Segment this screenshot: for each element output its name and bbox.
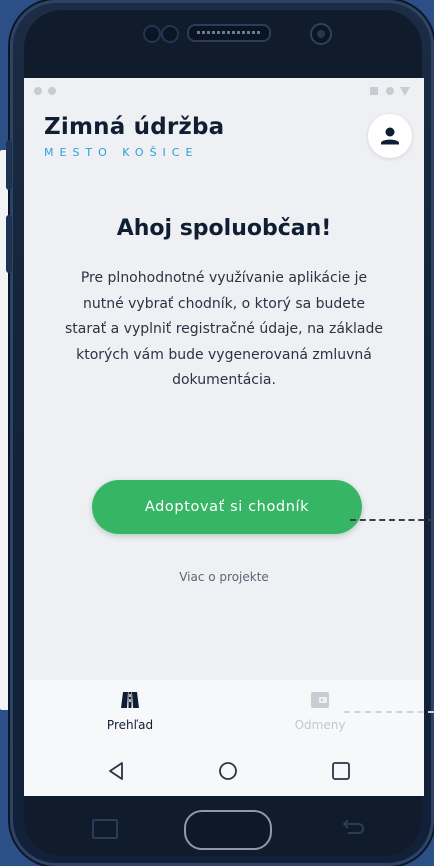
tab-overview[interactable]: Prehľad — [70, 690, 190, 732]
intro-text: Pre plnohodnotné využívanie aplikácie je… — [65, 270, 383, 388]
hardware-home-button[interactable] — [184, 810, 272, 850]
status-bar — [24, 78, 424, 104]
app-screen: Zimná údržba MESTO KOŠICE Ahoj spoluobča… — [24, 78, 424, 796]
wallet-icon — [311, 692, 329, 708]
tab-rewards-label: Odmeny — [294, 718, 346, 732]
battery-icon — [370, 87, 378, 95]
bottom-navigation: Prehľad Odmeny — [24, 680, 424, 748]
volume-down-button — [6, 215, 12, 273]
wifi-icon — [386, 87, 394, 95]
volume-up-button — [6, 140, 12, 190]
light-sensor — [161, 25, 179, 43]
status-dot-icon — [48, 87, 56, 95]
back-icon[interactable] — [106, 760, 126, 786]
greeting-heading: Ahoj spoluobčan! — [116, 216, 332, 241]
system-navigation-bar — [24, 748, 424, 796]
app-subtitle: MESTO KOŠICE — [44, 146, 199, 159]
hardware-recent-icon — [92, 819, 118, 839]
earpiece-speaker — [187, 24, 271, 42]
tab-overview-label: Prehľad — [106, 718, 154, 732]
connector-line — [350, 519, 434, 521]
status-dot-icon — [34, 87, 42, 95]
front-camera — [310, 23, 332, 45]
hardware-back-icon — [340, 818, 366, 840]
signal-icon — [400, 87, 410, 96]
app-title: Zimná údržba — [44, 114, 225, 140]
connector-line — [344, 711, 434, 713]
project-info-link[interactable]: Viac o projekte — [24, 570, 424, 584]
person-icon — [381, 127, 399, 145]
proximity-sensor — [143, 25, 161, 43]
profile-button[interactable] — [368, 114, 412, 158]
home-icon[interactable] — [217, 760, 239, 786]
road-icon — [121, 692, 139, 708]
recent-apps-icon[interactable] — [330, 760, 352, 786]
adopt-sidewalk-button[interactable]: Adoptovať si chodník — [92, 480, 362, 534]
